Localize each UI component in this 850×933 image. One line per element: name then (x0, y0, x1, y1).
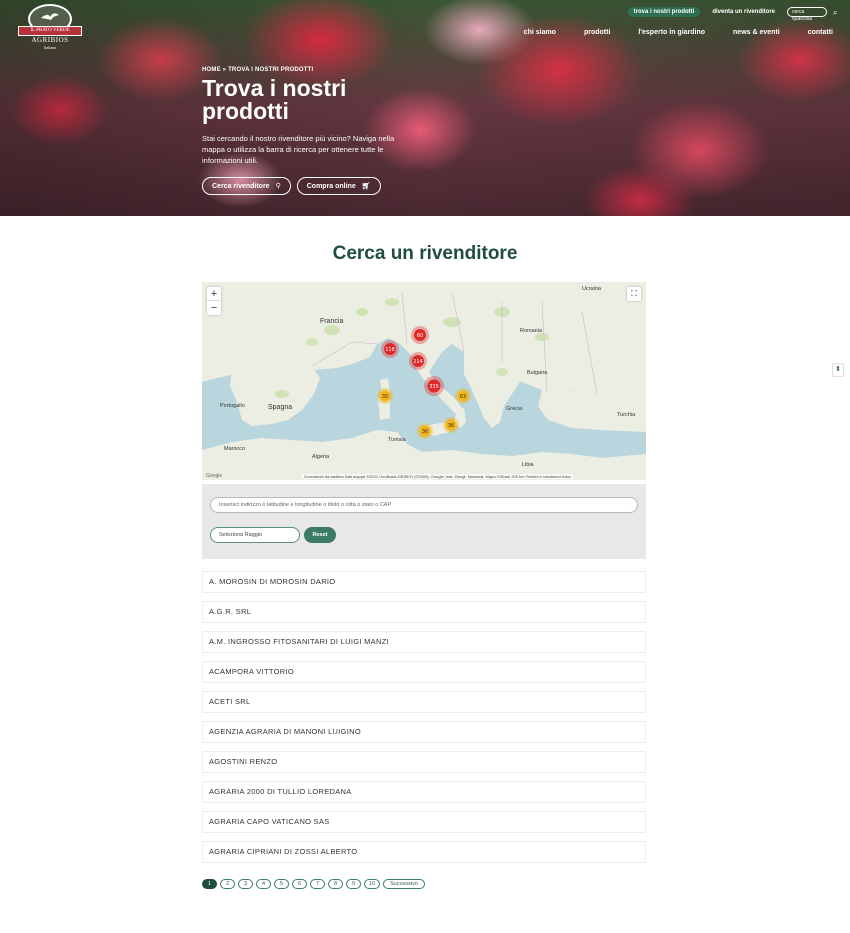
search-form: Inserisci indirizzo o latitudine e longi… (202, 484, 646, 559)
section-title: Cerca un rivenditore (332, 243, 518, 264)
cluster-count: 60 (417, 333, 423, 339)
nav-item-news[interactable]: news & eventi (733, 29, 780, 36)
accessibility-icon[interactable]: ⬍ (832, 363, 844, 377)
find-reseller-button[interactable]: Cerca rivenditore ⚲ (202, 177, 291, 195)
page-button-6[interactable]: 6 (292, 879, 307, 889)
map-label: Spagna (268, 404, 293, 411)
address-search-input[interactable]: Inserisci indirizzo o latitudine e longi… (210, 497, 638, 513)
find-products-button[interactable]: trova i nostri prodotti (627, 7, 701, 17)
shop-online-label: Compra online (306, 182, 356, 190)
breadcrumb[interactable]: HOME » TROVA I NOSTRI PRODOTTI (202, 67, 422, 73)
page-button-1[interactable]: 1 (202, 879, 217, 889)
logo-sub: Italiana (44, 45, 56, 50)
list-item[interactable]: A.M. INGROSSO FITOSANITARI DI LUIGI MANZ… (202, 631, 646, 653)
cluster-marker[interactable]: 60 (411, 326, 429, 344)
list-item[interactable]: A.G.R. SRL (202, 601, 646, 623)
nav-item-esperto[interactable]: l'esperto in giardino (638, 29, 705, 36)
cluster-marker[interactable]: 63 (455, 388, 471, 404)
zoom-control: + − (207, 287, 221, 315)
main-nav: chi siamo prodotti l'esperto in giardino… (524, 29, 833, 36)
map-label: Libia (522, 462, 534, 468)
swallow-icon (41, 13, 59, 20)
find-reseller-label: Cerca rivenditore (212, 182, 270, 190)
page-button-2[interactable]: 2 (220, 879, 235, 889)
page-button-8[interactable]: 8 (328, 879, 343, 889)
page-button-3[interactable]: 3 (238, 879, 253, 889)
map-label: Algeria (312, 454, 330, 460)
become-reseller-link[interactable]: diventa un rivenditore (706, 7, 781, 17)
list-item[interactable]: AGRARIA CAPO VATICANO SAS (202, 811, 646, 833)
list-item[interactable]: A. MOROSIN DI MOROSIN DARIO (202, 571, 646, 593)
map-attribution[interactable]: Scorciatoie da tastiera Dati mappa ©2021… (302, 474, 574, 479)
top-search-input[interactable]: cerca qualcosa (787, 7, 827, 22)
cluster-count: 63 (460, 394, 466, 400)
logo-brand: AGRIBIOS (31, 36, 69, 44)
nav-item-prodotti[interactable]: prodotti (584, 29, 610, 36)
list-item[interactable]: AGRARIA 2000 DI TULLIO LOREDANA (202, 781, 646, 803)
list-item[interactable]: ACETI SRL (202, 691, 646, 713)
hero-description: Stai cercando il nostro rivenditore più … (202, 134, 395, 165)
cluster-count: 36 (448, 423, 454, 429)
cluster-marker[interactable]: 335 (424, 376, 444, 396)
map-label: Francia (320, 318, 344, 325)
cluster-count: 214 (413, 359, 423, 365)
zoom-in-button[interactable]: + (207, 287, 221, 301)
list-item[interactable]: AGENZIA AGRARIA DI MANONI LUIGINO (202, 721, 646, 743)
reseller-map[interactable]: 60 118 214 335 35 63 36 36 Ucraina Franc… (202, 282, 646, 480)
cluster-marker[interactable]: 118 (381, 340, 399, 358)
reseller-list: A. MOROSIN DI MOROSIN DARIO A.G.R. SRL A… (202, 571, 646, 871)
cluster-count: 35 (382, 394, 388, 400)
zoom-out-button[interactable]: − (207, 301, 221, 315)
radius-select[interactable]: Seleziona Raggio (210, 527, 300, 543)
cluster-count: 36 (422, 429, 428, 435)
top-bar: trova i nostri prodotti diventa un riven… (627, 7, 842, 22)
search-icon[interactable]: ⌕ (833, 8, 842, 17)
map-label: Portogallo (220, 403, 245, 409)
map-label: Romania (520, 328, 543, 334)
list-item[interactable]: AGRARIA CIPRIANI DI ZOSSI ALBERTO (202, 841, 646, 863)
map-label: Grecia (506, 406, 523, 412)
list-item[interactable]: AGOSTINI RENZO (202, 751, 646, 773)
reset-button[interactable]: Reset (304, 527, 336, 543)
map-label: Marocco (224, 446, 246, 452)
cart-icon: 🛒︎ (361, 183, 371, 190)
map-label: Tunisia (388, 437, 406, 443)
map-label: Ucraina (582, 286, 601, 292)
page-button-10[interactable]: 10 (364, 879, 381, 889)
list-item[interactable]: ACAMPORA VITTORIO (202, 661, 646, 683)
cluster-marker[interactable]: 214 (409, 352, 427, 370)
map-label: Bulgaria (527, 370, 548, 376)
page-title: Trova i nostri prodotti (202, 75, 347, 124)
page-button-4[interactable]: 4 (256, 879, 271, 889)
map-canvas[interactable]: 60 118 214 335 35 63 36 36 (202, 282, 646, 480)
cluster-count: 118 (385, 347, 395, 353)
page-button-9[interactable]: 9 (346, 879, 361, 889)
shop-online-button[interactable]: Compra online 🛒︎ (296, 177, 381, 195)
page-button-5[interactable]: 5 (274, 879, 289, 889)
hero-content: HOME » TROVA I NOSTRI PRODOTTI Trova i n… (202, 67, 422, 195)
next-page-button[interactable]: Successivo (383, 879, 425, 889)
cluster-marker[interactable]: 35 (377, 388, 393, 404)
cluster-count: 335 (429, 384, 439, 390)
nav-item-contatti[interactable]: contatti (808, 29, 833, 36)
map-pin-icon: ⚲ (275, 183, 281, 190)
page-button-7[interactable]: 7 (310, 879, 325, 889)
logo-ribbon: IL PRATO VERDE (18, 26, 82, 36)
cluster-marker[interactable]: 36 (417, 423, 433, 439)
brand-logo[interactable]: IL PRATO VERDE AGRIBIOS Italiana (18, 4, 82, 50)
map-label: Turchia (617, 412, 636, 418)
google-logo: Google (206, 473, 223, 479)
fullscreen-icon[interactable]: ⛶ (627, 287, 641, 301)
pagination: 1 2 3 4 5 6 7 8 9 10 Successivo (202, 879, 425, 889)
nav-item-chi-siamo[interactable]: chi siamo (524, 29, 556, 36)
cluster-marker[interactable]: 36 (443, 417, 459, 433)
